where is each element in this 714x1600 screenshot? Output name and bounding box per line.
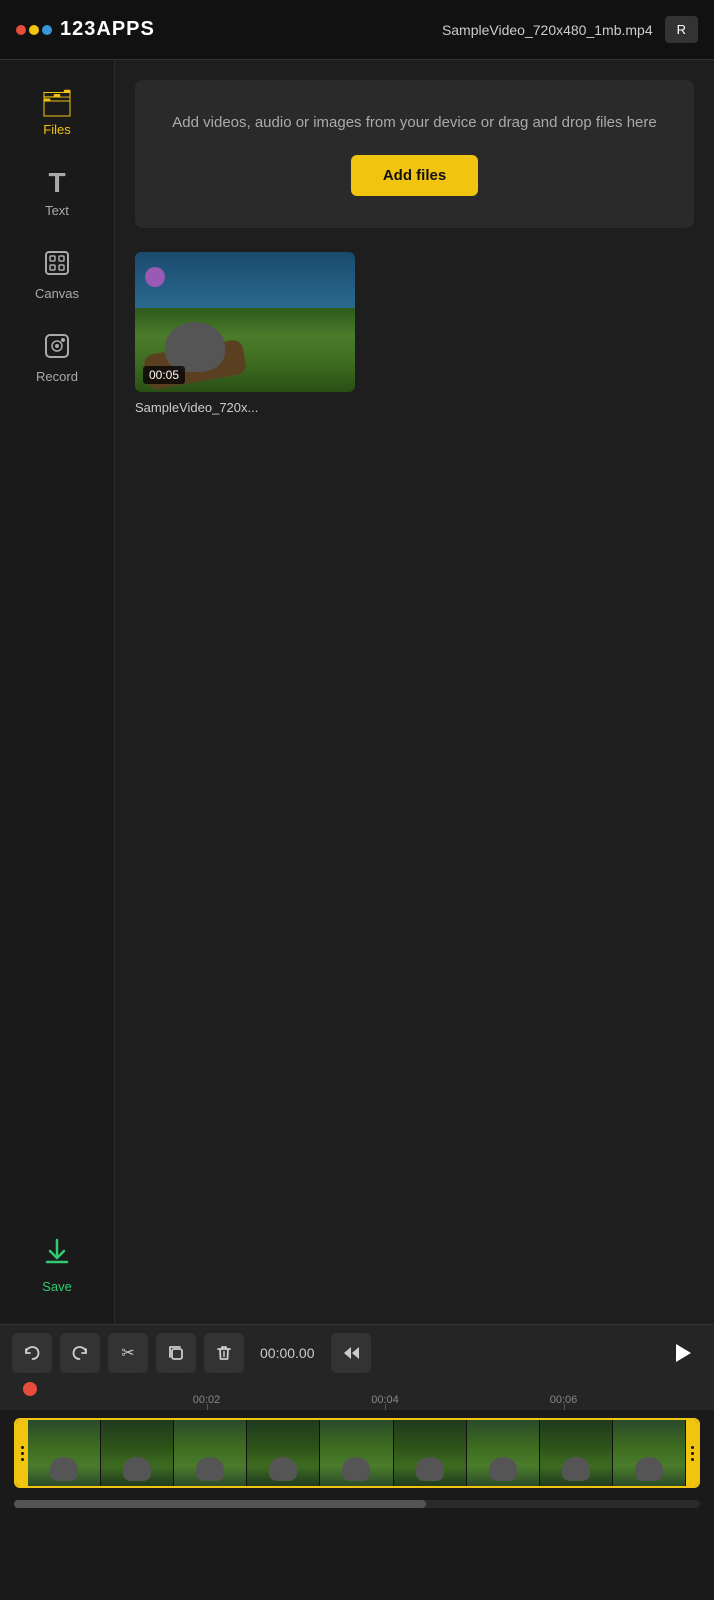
sidebar-item-canvas[interactable]: Canvas <box>0 236 114 315</box>
upload-zone: Add videos, audio or images from your de… <box>135 80 694 228</box>
track-frame-4 <box>247 1420 320 1486</box>
sidebar-label-canvas: Canvas <box>35 286 79 301</box>
track-frame-1 <box>28 1420 101 1486</box>
file-name: SampleVideo_720x480_1mb.mp4 <box>442 22 653 38</box>
scrollbar-thumb <box>14 1500 426 1508</box>
track-frame-5 <box>320 1420 393 1486</box>
save-label: Save <box>42 1279 72 1294</box>
logo-dots <box>16 25 52 35</box>
track-handle-right[interactable] <box>686 1420 698 1486</box>
bottom-toolbar: ✂ 00:00.00 <box>0 1324 714 1380</box>
duration-badge: 00:05 <box>143 366 185 384</box>
track-frame-3 <box>174 1420 247 1486</box>
time-display: 00:00.00 <box>260 1345 315 1361</box>
scene-flower <box>145 267 165 287</box>
rewind-button[interactable] <box>331 1333 371 1373</box>
file-name-label: SampleVideo_720x... <box>135 400 355 415</box>
copy-button[interactable] <box>156 1333 196 1373</box>
save-icon <box>42 1236 72 1273</box>
content-area: Add videos, audio or images from your de… <box>115 60 714 1324</box>
sidebar: 🗂 Files T Text Canvas <box>0 60 115 1324</box>
track-handle-left[interactable] <box>16 1420 28 1486</box>
sidebar-item-record[interactable]: Record <box>0 319 114 398</box>
text-icon: T <box>48 169 65 197</box>
files-icon: 🗂 <box>40 90 73 116</box>
timeline-track-area <box>0 1410 714 1496</box>
sidebar-label-text: Text <box>45 203 69 218</box>
track-frame-7 <box>467 1420 540 1486</box>
record-icon <box>44 333 70 363</box>
file-thumbnail: 00:05 <box>135 252 355 392</box>
main-layout: 🗂 Files T Text Canvas <box>0 60 714 1324</box>
playhead-circle <box>23 1382 37 1396</box>
sidebar-label-record: Record <box>36 369 78 384</box>
scene-rabbit <box>165 322 225 372</box>
header: 123APPS SampleVideo_720x480_1mb.mp4 R <box>0 0 714 60</box>
track-frame-2 <box>101 1420 174 1486</box>
save-button[interactable]: Save <box>32 1222 82 1308</box>
sidebar-item-text[interactable]: T Text <box>0 155 114 232</box>
sidebar-label-files: Files <box>43 122 70 137</box>
export-button[interactable]: R <box>665 16 698 43</box>
track-frame-9 <box>613 1420 686 1486</box>
timeline-area: 00:02 00:04 00:06 <box>0 1380 714 1600</box>
sidebar-item-files[interactable]: 🗂 Files <box>0 76 114 151</box>
dot-red <box>16 25 26 35</box>
playhead <box>28 1380 31 1410</box>
track-frame-8 <box>540 1420 613 1486</box>
undo-button[interactable] <box>12 1333 52 1373</box>
app-name: 123APPS <box>60 18 155 41</box>
cut-button[interactable]: ✂ <box>108 1333 148 1373</box>
logo: 123APPS <box>16 18 155 41</box>
track-frames <box>28 1420 686 1486</box>
add-files-button[interactable]: Add files <box>351 155 478 196</box>
upload-text: Add videos, audio or images from your de… <box>155 112 674 135</box>
handle-dots-left <box>21 1446 24 1461</box>
dot-yellow <box>29 25 39 35</box>
timeline-track[interactable] <box>14 1418 700 1488</box>
track-frame-6 <box>394 1420 467 1486</box>
handle-dots-right <box>691 1446 694 1461</box>
dot-blue <box>42 25 52 35</box>
scene-sky <box>135 252 355 308</box>
canvas-icon <box>44 250 70 280</box>
play-button[interactable] <box>662 1333 702 1373</box>
delete-button[interactable] <box>204 1333 244 1373</box>
redo-button[interactable] <box>60 1333 100 1373</box>
timeline-scrollbar[interactable] <box>14 1500 700 1508</box>
timeline-ruler: 00:02 00:04 00:06 <box>0 1380 714 1410</box>
file-item[interactable]: 00:05 SampleVideo_720x... <box>135 252 355 415</box>
